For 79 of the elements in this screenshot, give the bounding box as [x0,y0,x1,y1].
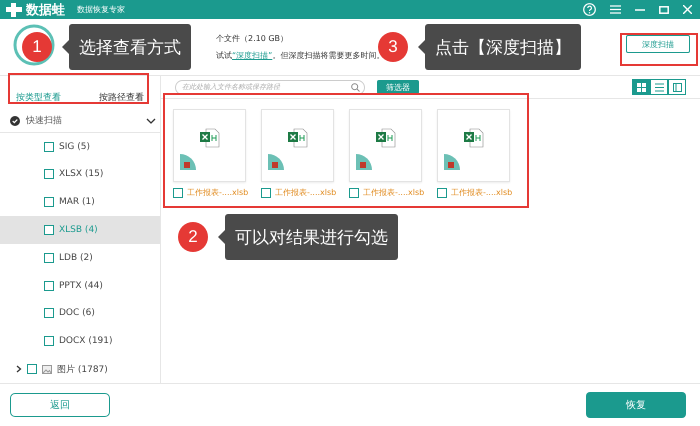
checkbox[interactable] [173,188,183,198]
tree-item-label: DOCX (191) [59,336,113,346]
file-thumbnail[interactable] [437,109,510,182]
tree-item-label: SIG (5) [59,142,90,152]
deleted-badge-icon [268,154,284,170]
deleted-badge-icon [444,154,460,170]
grid-icon [636,82,646,92]
deep-scan-button[interactable]: 深度扫描 [626,35,690,53]
checkbox[interactable] [27,364,37,374]
help-icon[interactable] [583,3,596,16]
callout-text: 可以对结果进行勾选 [225,214,398,260]
checkbox[interactable] [44,252,54,263]
list-icon [654,82,664,92]
deleted-badge-icon [180,154,196,170]
detail-view-button[interactable] [668,79,686,95]
progress-ring-icon [12,23,56,67]
view-tab[interactable]: 按类型查看 [16,90,61,104]
checkbox[interactable] [44,142,54,152]
checkbox[interactable] [261,188,271,198]
tree-item[interactable]: PPTX (44) [0,272,160,300]
tree-item-label: LDB (2) [59,252,93,263]
checkbox[interactable] [44,169,54,180]
tree-header-label: 快速扫描 [26,114,62,128]
checkbox[interactable] [44,197,54,208]
tree-header[interactable]: 快速扫描 [0,110,160,133]
search-icon[interactable] [351,82,360,92]
menu-icon[interactable] [610,5,621,14]
tree-item-label: MAR (1) [59,197,95,208]
checkbox[interactable] [44,280,54,291]
step-number: 1 [22,32,52,62]
file-thumbnail[interactable] [261,109,334,182]
app-name: 数据蛙 [26,2,65,18]
tree-item-label: 图片 (1787) [57,364,108,376]
grid-view-button[interactable] [632,79,650,95]
file-name: 工作报表-....xlsb [451,187,512,198]
check-circle-icon [10,116,20,126]
maximize-icon[interactable] [659,6,669,14]
checkbox[interactable] [349,188,359,198]
tree-item[interactable]: SIG (5) [0,132,160,160]
file-name: 工作报表-....xlsb [187,187,248,198]
spreadsheet-file-icon [199,128,221,148]
deep-scan-link[interactable]: “深度扫描” [232,51,272,60]
tree-item[interactable]: DOC (6) [0,300,160,328]
tree-item[interactable]: 图片 (1787) [0,355,160,383]
scan-result-text: 个文件（2.10 GB） [216,33,290,44]
checkbox[interactable] [44,336,54,346]
deleted-badge-icon [356,154,372,170]
file-thumbnail[interactable] [349,109,422,182]
tree-item-label: PPTX (44) [59,280,103,291]
callout-text: 点击【深度扫描】 [425,24,581,70]
tree-item-label: XLSX (15) [59,169,104,180]
tree-item[interactable]: LDB (2) [0,244,160,272]
image-icon [42,364,52,374]
app-subtitle: 数据恢复专家 [77,4,125,15]
close-icon[interactable] [683,5,692,14]
step-number: 2 [178,222,208,252]
checkbox[interactable] [437,188,447,198]
tree-item[interactable]: XLSX (15) [0,160,160,188]
spreadsheet-file-icon [463,128,485,148]
step-number: 3 [378,32,408,62]
minimize-icon[interactable] [635,8,645,10]
chevron-icon[interactable] [146,116,156,125]
file-name: 工作报表-....xlsb [275,187,336,198]
checkbox[interactable] [44,308,54,318]
caret-icon[interactable] [16,365,22,374]
view-tab[interactable]: 按路径查看 [99,90,144,104]
checkbox[interactable] [44,225,54,236]
tree-item-label: XLSB (4) [59,225,98,236]
file-thumbnail[interactable] [173,109,246,182]
spreadsheet-file-icon [287,128,309,148]
tree-item[interactable]: DOCX (191) [0,327,160,356]
columns-icon [672,82,682,92]
spreadsheet-file-icon [375,128,397,148]
callout-text: 选择查看方式 [69,24,191,70]
cross-logo-icon [6,2,22,16]
list-view-button[interactable] [650,79,668,95]
tree-item[interactable]: MAR (1) [0,188,160,216]
tree-item-label: DOC (6) [59,308,95,318]
file-name: 工作报表-....xlsb [363,187,424,198]
